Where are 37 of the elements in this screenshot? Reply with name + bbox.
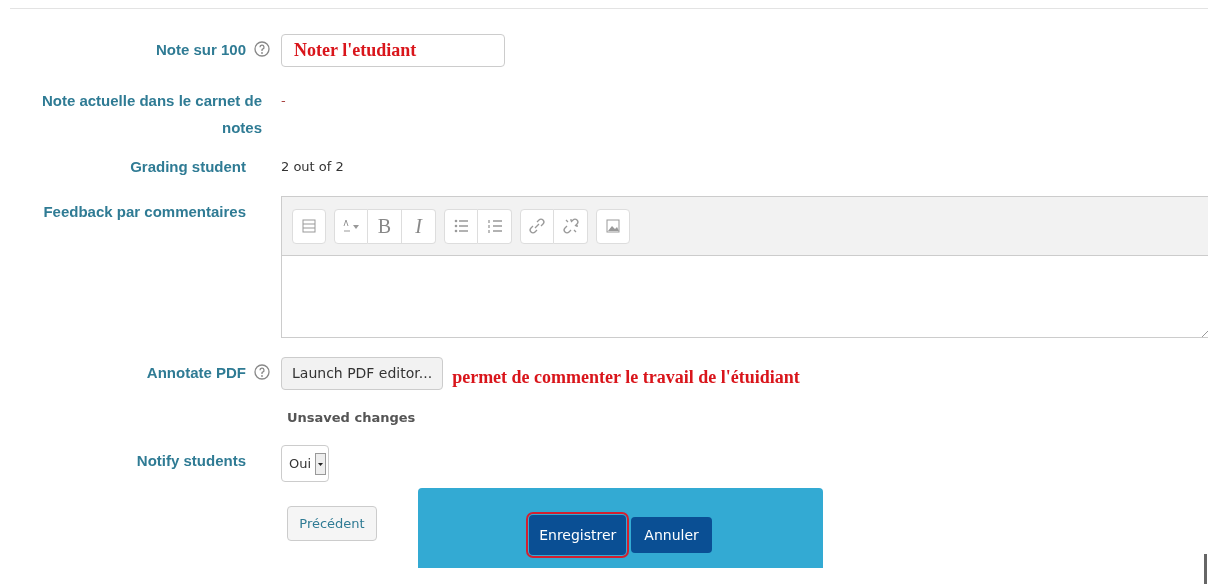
toolbar-button[interactable] bbox=[478, 208, 512, 244]
notify-select[interactable]: Oui bbox=[281, 445, 329, 482]
cancel-button[interactable]: Annuler bbox=[631, 517, 712, 553]
toolbar-button[interactable] bbox=[596, 208, 630, 244]
feedback-editor[interactable]: B I bbox=[281, 196, 1208, 338]
bullet-list-icon bbox=[452, 217, 470, 235]
field-label: Notify students bbox=[135, 451, 246, 471]
field-label: Note actuelle dans le carnet de notes bbox=[40, 91, 262, 138]
annotation-note: permet de commenter le travail de l'étuidiant bbox=[452, 366, 800, 388]
current-grade-value: - bbox=[281, 92, 286, 110]
launch-pdf-editor-button[interactable]: Launch PDF editor... bbox=[281, 357, 444, 390]
field-label: Annotate PDF bbox=[145, 363, 246, 383]
previous-button[interactable]: Précédent bbox=[287, 506, 377, 541]
grading-student-value: 2 out of 2 bbox=[281, 158, 344, 176]
numbered-list-icon bbox=[485, 217, 504, 235]
toolbar-button[interactable] bbox=[444, 208, 478, 244]
toolbar-button[interactable] bbox=[554, 208, 588, 244]
save-button[interactable]: Enregistrer bbox=[529, 515, 627, 555]
toolbar-toggle-icon bbox=[300, 217, 318, 235]
resize-handle-icon bbox=[1202, 331, 1208, 337]
grade-input[interactable]: Noter l'etudiant bbox=[281, 34, 505, 67]
format-button[interactable]: B bbox=[368, 208, 402, 244]
field-label: Grading student bbox=[129, 157, 246, 177]
format-button[interactable]: I bbox=[402, 208, 436, 244]
unlink-icon bbox=[561, 217, 580, 235]
toolbar-button[interactable] bbox=[520, 208, 554, 244]
help-icon[interactable] bbox=[254, 364, 270, 380]
image-icon bbox=[604, 217, 622, 235]
toolbar-button[interactable] bbox=[334, 208, 368, 244]
help-icon[interactable] bbox=[254, 41, 270, 57]
unsaved-changes-text: Unsaved changes bbox=[287, 410, 416, 425]
toolbar-button[interactable] bbox=[292, 208, 326, 244]
scrollbar-thumb[interactable] bbox=[1204, 554, 1207, 584]
font-size-icon bbox=[342, 217, 360, 235]
link-icon bbox=[528, 217, 546, 235]
field-label: Note sur 100 bbox=[154, 40, 246, 60]
field-label: Feedback par commentaires bbox=[42, 202, 246, 222]
